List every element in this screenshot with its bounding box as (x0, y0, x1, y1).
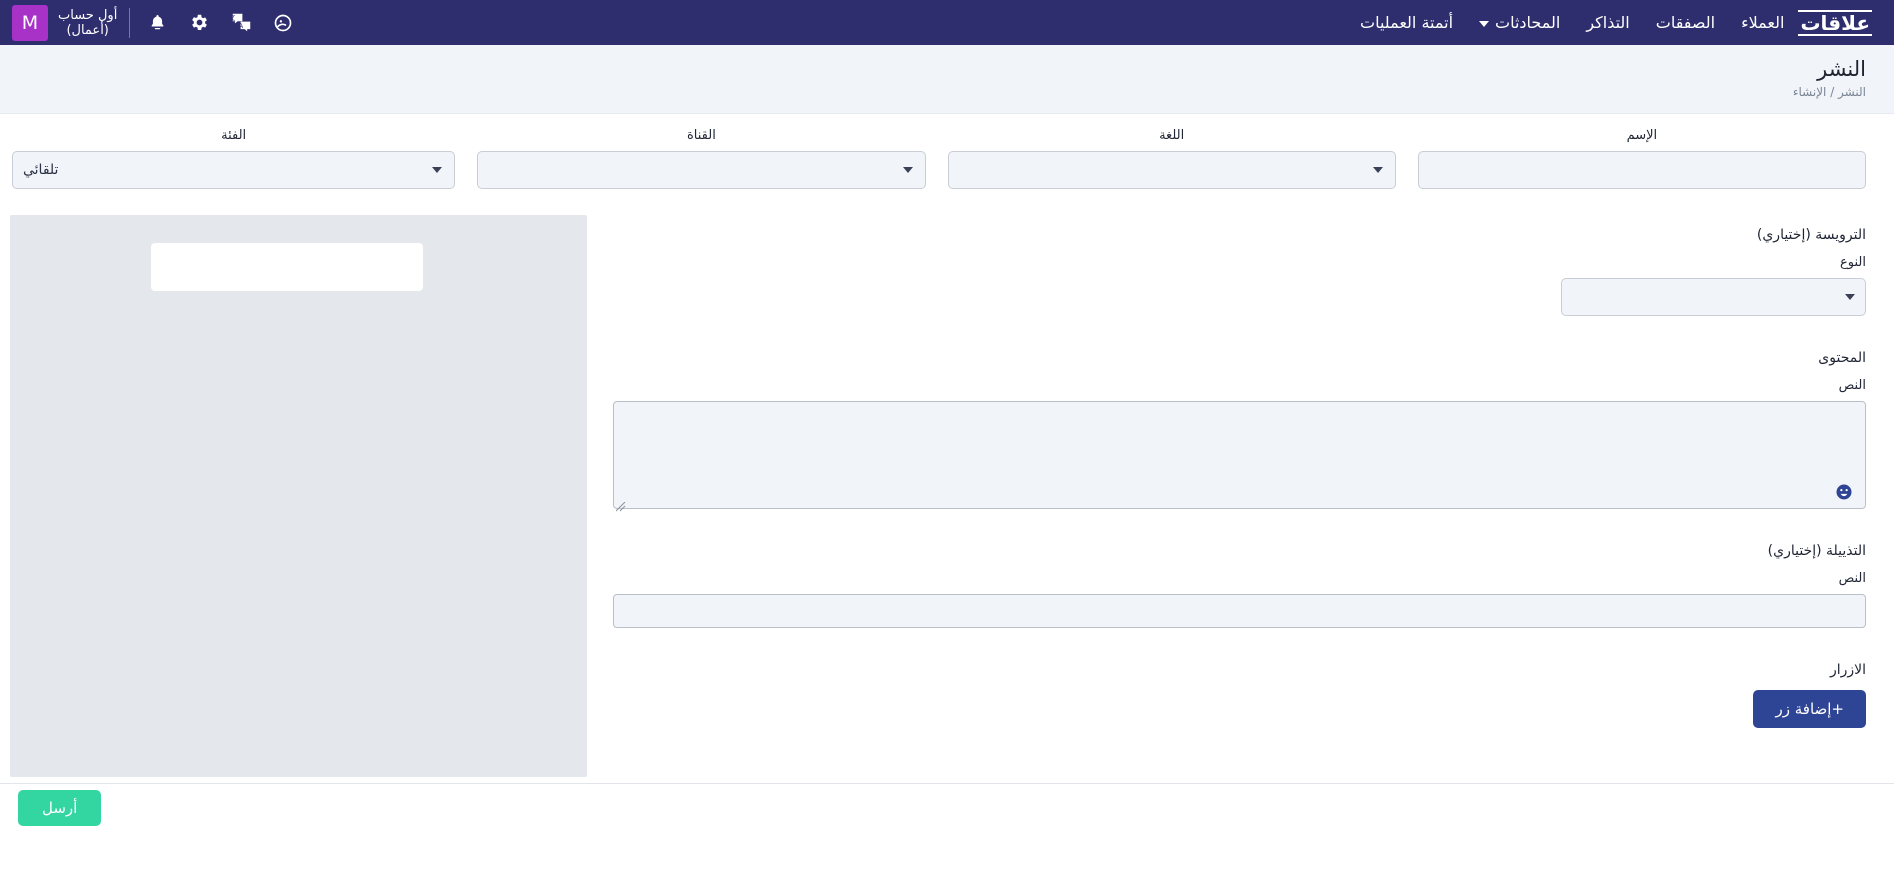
field-category: الفئة تلقائي (11, 128, 456, 189)
category-select-value: تلقائي (22, 162, 59, 178)
field-channel: القناة (477, 128, 926, 189)
language-select[interactable] (947, 151, 1396, 189)
settings-gear-icon[interactable] (188, 12, 210, 34)
nav-item-automation-label: أتمتة العمليات (1360, 13, 1454, 32)
emoji-smiley-icon[interactable] (1835, 483, 1853, 501)
translate-language-icon[interactable]: 文 A (230, 12, 252, 34)
buttons-section-title: الازرار (1829, 662, 1866, 678)
footer-section-title: التذييلة (إختياري) (1767, 543, 1866, 559)
topbar-utilities: 文 A أول حساب (أعمال) M (0, 0, 308, 45)
content-textarea-wrapper (613, 401, 1866, 512)
chevron-down-icon (1479, 20, 1490, 27)
topbar-divider (129, 7, 131, 38)
footer-text-input[interactable] (613, 594, 1866, 628)
chevron-down-icon (902, 167, 913, 173)
content-textarea[interactable] (614, 402, 1865, 508)
send-button[interactable]: أرسل (18, 789, 102, 826)
help-circle-icon[interactable] (272, 12, 294, 34)
nav-item-customers[interactable]: العملاء (1741, 0, 1784, 45)
avatar[interactable]: M (12, 4, 48, 41)
page-header: النشر النشر / الإنشاء (0, 45, 1894, 114)
filters-row: الإسم اللغة القناة الفئة تلقائي (0, 114, 1894, 205)
body-split: الترويسة (إختياري) النوع المحتوى النص ال… (0, 205, 1894, 783)
field-category-label: الفئة (221, 128, 247, 143)
nav-item-deals[interactable]: الصفقات (1656, 0, 1715, 45)
account-area[interactable]: أول حساب (أعمال) M (0, 0, 129, 45)
chevron-down-icon (1372, 167, 1383, 173)
nav-item-conversations-label: المحادثات (1495, 13, 1561, 32)
nav-item-tickets[interactable]: التذاكر (1586, 0, 1629, 45)
header-section-title: الترويسة (إختياري) (1756, 227, 1866, 243)
category-select[interactable]: تلقائي (11, 151, 456, 189)
nav-item-deals-label: الصفقات (1655, 13, 1716, 32)
name-input[interactable] (1417, 151, 1866, 189)
main-nav: العملاء الصفقات التذاكر المحادثات أتمتة … (1360, 0, 1784, 45)
nav-item-tickets-label: التذاكر (1586, 13, 1630, 32)
add-button-row: +إضافة زر (613, 690, 1866, 728)
breadcrumb: النشر / الإنشاء (1792, 85, 1866, 99)
app-logo-text: علاقات (1798, 9, 1872, 36)
header-type-select[interactable] (1561, 278, 1866, 316)
footer-action-bar: أرسل (0, 783, 1894, 831)
account-name-label: أول حساب (أعمال) (58, 7, 118, 38)
textarea-resize-handle[interactable] (615, 497, 626, 512)
nav-item-customers-label: العملاء (1741, 13, 1785, 32)
field-channel-label: القناة (686, 128, 716, 143)
page-title: النشر (1817, 57, 1866, 81)
app-logo[interactable]: علاقات (1784, 0, 1894, 45)
field-language-label: اللغة (1159, 128, 1185, 143)
notification-bell-icon[interactable] (146, 12, 168, 34)
svg-text:文: 文 (231, 13, 235, 22)
header-type-label: النوع (1840, 255, 1866, 270)
add-button-button[interactable]: +إضافة زر (1753, 690, 1866, 728)
field-language: اللغة (947, 128, 1396, 189)
preview-column (0, 205, 599, 783)
nav-item-automation[interactable]: أتمتة العمليات (1360, 0, 1453, 45)
message-preview-panel (10, 215, 587, 777)
message-form: الترويسة (إختياري) النوع المحتوى النص ال… (599, 205, 1894, 783)
content-section-title: المحتوى (1818, 350, 1866, 366)
preview-message-bubble (151, 243, 423, 291)
top-navigation-bar: علاقات العملاء الصفقات التذاكر المحادثات… (0, 0, 1894, 45)
header-type-row (613, 278, 1866, 316)
field-name: الإسم (1417, 128, 1866, 189)
field-name-label: الإسم (1626, 128, 1658, 143)
nav-item-conversations[interactable]: المحادثات (1479, 0, 1560, 45)
channel-select[interactable] (477, 151, 926, 189)
content-text-label: النص (1838, 378, 1866, 393)
footer-text-label: النص (1838, 571, 1866, 586)
chevron-down-icon (432, 167, 443, 173)
chevron-down-icon (1845, 294, 1855, 300)
topbar-icon-group: 文 A (130, 0, 308, 45)
